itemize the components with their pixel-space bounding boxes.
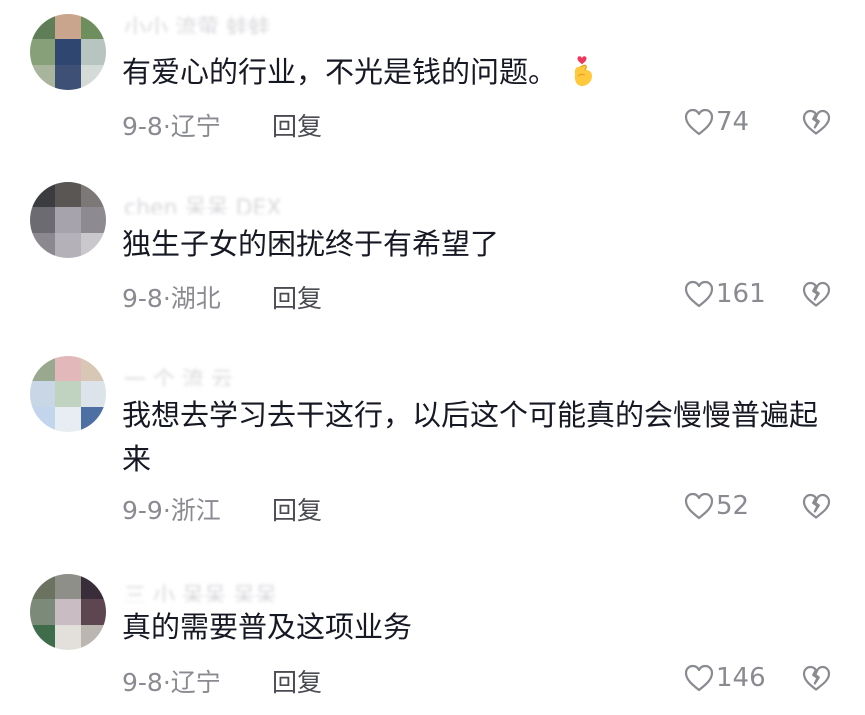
comment-date: 9-9 — [122, 496, 163, 525]
like-button[interactable]: 74 — [683, 107, 749, 137]
dislike-button[interactable] — [801, 664, 831, 692]
dislike-button[interactable] — [801, 108, 831, 136]
broken-heart-icon — [801, 108, 831, 136]
meta-separator: · — [162, 112, 171, 141]
comment-location: 辽宁 — [170, 668, 221, 697]
comment-username[interactable]: chen 呆呆 DEX — [124, 192, 281, 214]
comment-meta: 9-8·湖北 回复 — [122, 279, 322, 315]
meta-separator: · — [162, 284, 171, 313]
comment-date: 9-8 — [122, 668, 163, 697]
like-count: 146 — [716, 663, 766, 693]
comment-username[interactable]: 一 个 流 云 — [124, 364, 233, 386]
comment-text: 真的需要普及这项业务 — [122, 610, 413, 644]
reply-button[interactable]: 回复 — [272, 107, 322, 143]
avatar[interactable] — [30, 574, 106, 650]
reply-button[interactable]: 回复 — [272, 491, 322, 527]
dislike-button[interactable] — [801, 492, 831, 520]
heart-outline-icon — [683, 663, 715, 693]
reply-button[interactable]: 回复 — [272, 663, 322, 699]
like-button[interactable]: 146 — [683, 663, 766, 693]
comment-location: 湖北 — [170, 284, 221, 313]
comment-meta: 9-8·辽宁 回复 — [122, 107, 322, 143]
avatar[interactable] — [30, 356, 106, 432]
dislike-button[interactable] — [801, 280, 831, 308]
reply-button[interactable]: 回复 — [272, 279, 322, 315]
like-button[interactable]: 52 — [683, 491, 749, 521]
comment-text-body: 有爱心的行业，不光是钱的问题。 — [122, 55, 558, 89]
broken-heart-icon — [801, 492, 831, 520]
avatar[interactable] — [30, 182, 106, 258]
comment-location: 浙江 — [170, 496, 221, 525]
comment-username[interactable]: 三 小 呆呆 呆呆 — [124, 580, 277, 602]
meta-separator: · — [162, 496, 171, 525]
comment-location: 辽宁 — [170, 112, 221, 141]
comment-text: 有爱心的行业，不光是钱的问题。 — [122, 50, 832, 94]
like-button[interactable]: 161 — [683, 279, 766, 309]
comment-date: 9-8 — [122, 284, 163, 313]
heart-outline-icon — [683, 107, 715, 137]
like-count: 74 — [716, 107, 750, 137]
comment-username[interactable]: 小小 流萤 蛙蛙 — [124, 12, 270, 34]
meta-separator: · — [162, 668, 171, 697]
heart-outline-icon — [683, 279, 715, 309]
finger-heart-emoji-icon — [569, 52, 599, 88]
like-count: 161 — [716, 279, 766, 309]
broken-heart-icon — [801, 664, 831, 692]
comment-text: 独生子女的困扰终于有希望了 — [122, 227, 500, 261]
broken-heart-icon — [801, 280, 831, 308]
heart-outline-icon — [683, 491, 715, 521]
comment-text: 我想去学习去干这行，以后这个可能真的会慢慢普遍起来 — [122, 398, 819, 476]
like-count: 52 — [716, 491, 750, 521]
comment-meta: 9-9·浙江 回复 — [122, 491, 322, 527]
avatar[interactable] — [30, 14, 106, 90]
comment-meta: 9-8·辽宁 回复 — [122, 663, 322, 699]
comment-date: 9-8 — [122, 112, 163, 141]
